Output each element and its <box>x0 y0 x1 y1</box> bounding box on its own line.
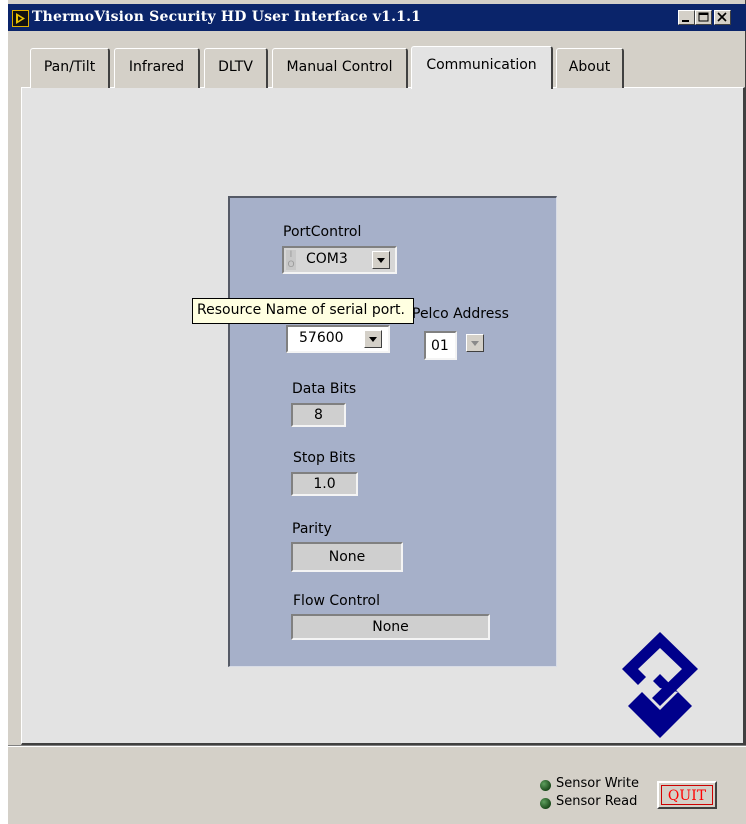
sensor-read-label: Sensor Read <box>556 794 638 809</box>
stop-bits-label: Stop Bits <box>293 450 356 466</box>
stop-bits-value: 1.0 <box>291 472 358 496</box>
tab-manual-control[interactable]: Manual Control <box>272 48 408 88</box>
sensor-read-led <box>540 798 551 809</box>
data-bits-value: 8 <box>291 403 346 427</box>
pelco-address-chevron-down-icon[interactable] <box>466 334 484 352</box>
port-control-value: COM3 <box>306 251 348 267</box>
tab-dltv[interactable]: DLTV <box>204 48 268 88</box>
sensor-write-led <box>540 780 551 791</box>
pelco-address-field[interactable]: 01 <box>424 331 457 360</box>
io-resource-icon: IO <box>286 250 296 270</box>
company-logo <box>622 632 698 738</box>
minimize-button[interactable] <box>678 10 695 25</box>
flow-control-label: Flow Control <box>293 593 381 609</box>
tab-about[interactable]: About <box>556 48 624 88</box>
maximize-button[interactable] <box>695 10 712 25</box>
window-title: ThermoVision Security HD User Interface … <box>32 9 422 25</box>
parity-value: None <box>291 542 403 572</box>
baud-rate-select[interactable]: 57600 <box>286 325 390 353</box>
port-control-select[interactable]: IO COM3 <box>282 246 397 274</box>
quit-button[interactable]: QUIT <box>657 781 717 809</box>
port-control-label: PortControl <box>283 224 362 240</box>
parity-label: Parity <box>292 521 332 537</box>
quit-label: QUIT <box>661 785 713 805</box>
flow-control-value: None <box>291 614 490 640</box>
chevron-down-icon[interactable] <box>372 251 390 269</box>
baud-rate-value: 57600 <box>299 330 344 346</box>
app-icon[interactable] <box>12 10 29 27</box>
tooltip: Resource Name of serial port. <box>192 298 414 324</box>
tab-infrared[interactable]: Infrared <box>114 48 200 88</box>
pelco-address-label: Pelco Address <box>412 306 509 322</box>
sensor-write-label: Sensor Write <box>556 776 640 791</box>
chevron-down-icon[interactable] <box>364 330 382 348</box>
tab-pan-tilt[interactable]: Pan/Tilt <box>30 48 110 88</box>
pelco-address-value: 01 <box>431 338 449 354</box>
close-button[interactable] <box>714 10 731 25</box>
data-bits-label: Data Bits <box>292 381 357 397</box>
tab-communication[interactable]: Communication <box>411 46 553 89</box>
